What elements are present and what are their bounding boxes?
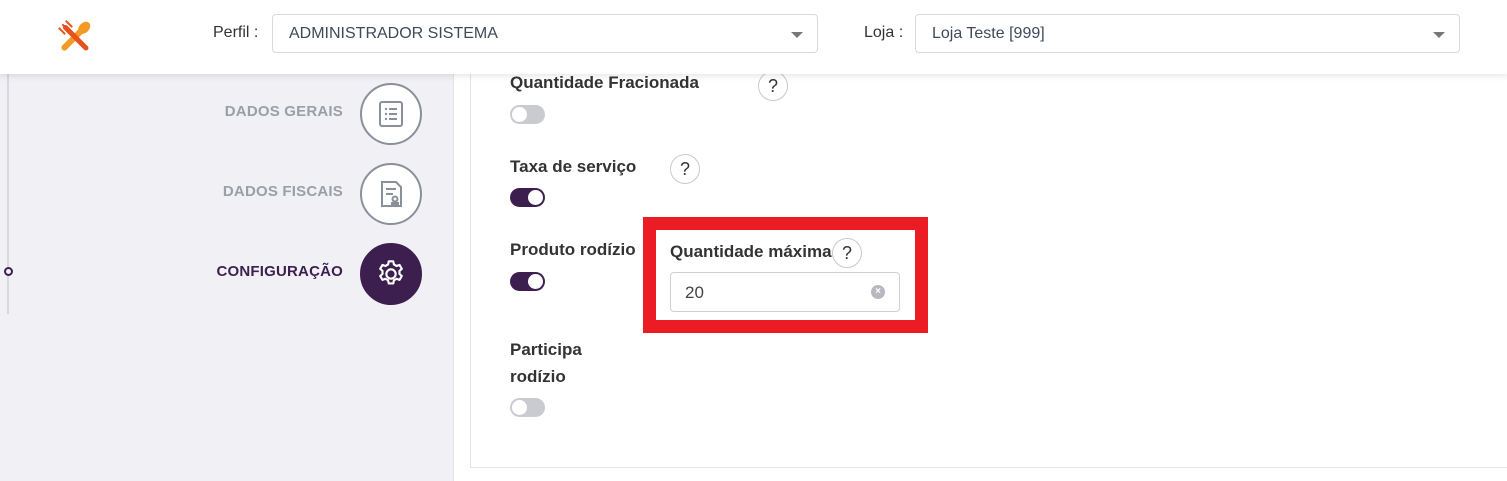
- config-content-panel: [470, 74, 1507, 468]
- list-document-icon: [379, 101, 403, 127]
- taxa-servico-label: Taxa de serviço: [510, 157, 637, 176]
- step-dados-gerais-label[interactable]: DADOS GERAIS: [143, 103, 343, 120]
- participa-rodizio-label-line2: rodízio: [510, 367, 566, 386]
- loja-value: Loja Teste [999]: [932, 25, 1045, 42]
- perfil-label: Perfil :: [213, 24, 259, 41]
- perfil-select[interactable]: ADMINISTRADOR SISTEMA: [272, 14, 818, 53]
- step-configuracao-label[interactable]: CONFIGURAÇÃO: [143, 263, 343, 280]
- quantidade-maxima-input[interactable]: [685, 282, 855, 304]
- clear-icon[interactable]: ×: [871, 285, 885, 299]
- chevron-down-icon: [1433, 32, 1445, 38]
- loja-select[interactable]: Loja Teste [999]: [915, 14, 1460, 53]
- participa-rodizio-label-line1: Participa: [510, 340, 582, 359]
- help-icon[interactable]: ?: [758, 71, 788, 101]
- step-dados-gerais-button[interactable]: [360, 83, 422, 145]
- chevron-down-icon: [791, 32, 803, 38]
- step-configuracao-button[interactable]: [360, 243, 422, 305]
- quantidade-maxima-label: Quantidade máxima: [670, 242, 832, 261]
- produto-rodizio-toggle[interactable]: [510, 272, 545, 291]
- stepper-track: [7, 74, 9, 314]
- help-icon[interactable]: ?: [832, 238, 862, 268]
- gear-icon: [379, 260, 403, 285]
- step-dados-fiscais-label[interactable]: DADOS FISCAIS: [143, 183, 343, 200]
- quantidade-fracionada-toggle[interactable]: [510, 105, 545, 124]
- fiscal-document-icon: [381, 181, 402, 207]
- participa-rodizio-toggle[interactable]: [510, 398, 545, 417]
- produto-rodizio-label: Produto rodízio: [510, 240, 636, 259]
- taxa-servico-toggle[interactable]: [510, 188, 545, 207]
- perfil-value: ADMINISTRADOR SISTEMA: [289, 25, 498, 42]
- top-bar: Perfil : ADMINISTRADOR SISTEMA Loja : Lo…: [0, 0, 1507, 74]
- stepper-indicator: [4, 267, 13, 276]
- quantidade-maxima-field[interactable]: ×: [670, 272, 900, 312]
- fork-spoon-icon[interactable]: [54, 16, 96, 58]
- help-icon[interactable]: ?: [670, 154, 700, 184]
- loja-label: Loja :: [864, 24, 904, 41]
- step-dados-fiscais-button[interactable]: [360, 163, 422, 225]
